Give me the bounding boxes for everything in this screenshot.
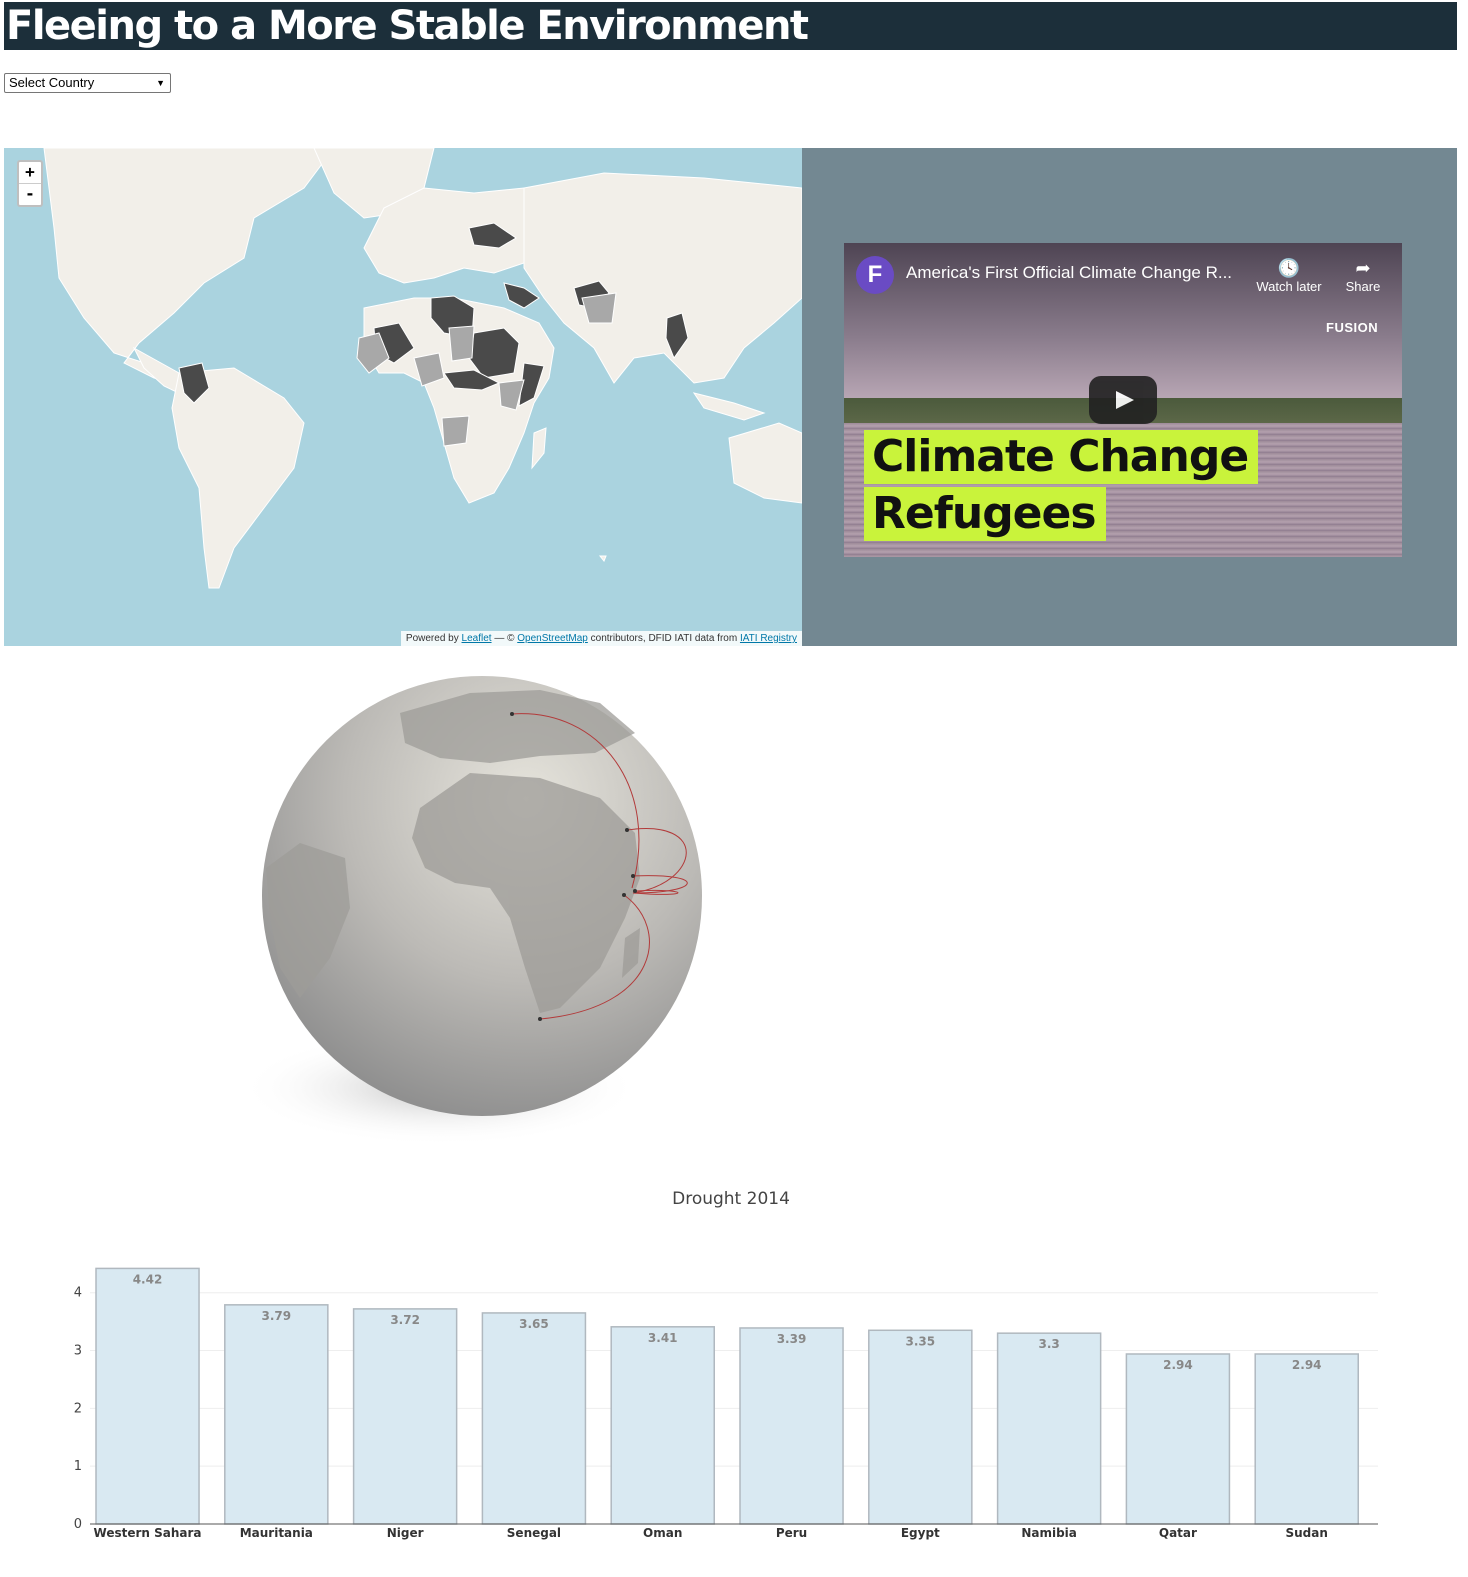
iati-link[interactable]: IATI Registry: [740, 633, 797, 644]
bar-value-label: 2.94: [1292, 1358, 1322, 1372]
bar-value-label: 3.3: [1038, 1337, 1059, 1351]
x-tick-label: Sudan: [1286, 1526, 1328, 1540]
y-tick-label: 2: [74, 1401, 82, 1416]
x-tick-label: Qatar: [1159, 1526, 1197, 1540]
map-tiles: [43, 148, 802, 589]
watch-later-label: Watch later: [1256, 279, 1322, 294]
bar-value-label: 3.35: [906, 1334, 936, 1348]
page-title: Fleeing to a More Stable Environment: [6, 3, 809, 49]
video-title[interactable]: America's First Official Climate Change …: [906, 263, 1232, 283]
bar-value-label: 3.39: [777, 1332, 807, 1346]
x-tick-label: Senegal: [507, 1526, 561, 1540]
bar: [1254, 1353, 1359, 1525]
bar-value-label: 3.65: [519, 1317, 549, 1331]
bar: [481, 1312, 587, 1525]
chart-title: Drought 2014: [672, 1189, 790, 1209]
globe-svg: [240, 676, 702, 1146]
bar-value-label: 3.79: [262, 1309, 292, 1323]
y-tick-label: 1: [74, 1459, 82, 1474]
y-tick-label: 0: [74, 1517, 82, 1532]
share-label: Share: [1345, 279, 1381, 294]
share-arrow-icon: ➦: [1355, 258, 1371, 278]
bar: [352, 1308, 458, 1525]
x-tick-label: Western Sahara: [94, 1526, 202, 1540]
bar-value-label: 3.41: [648, 1331, 678, 1345]
country-select[interactable]: Select Country ▼: [4, 73, 171, 93]
x-tick-label: Oman: [643, 1526, 682, 1540]
attribution-mid2: contributors, DFID IATI data from: [587, 633, 740, 644]
globe-visualization[interactable]: [240, 668, 720, 1148]
bar: [868, 1329, 973, 1525]
video-player[interactable]: F America's First Official Climate Chang…: [844, 243, 1402, 557]
y-tick-label: 4: [74, 1286, 82, 1301]
bar: [739, 1327, 844, 1525]
world-map[interactable]: + - Powered by Leaflet — © OpenStreetMap…: [4, 148, 802, 646]
map-attribution: Powered by Leaflet — © OpenStreetMap con…: [400, 631, 802, 646]
watch-later-button[interactable]: 🕓 Watch later: [1252, 257, 1326, 294]
bar: [996, 1332, 1102, 1525]
x-tick-label: Namibia: [1021, 1526, 1077, 1540]
chevron-down-icon: ▼: [156, 78, 165, 88]
osm-link[interactable]: OpenStreetMap: [517, 633, 588, 644]
zoom-out-button[interactable]: -: [19, 183, 41, 205]
bar: [224, 1304, 329, 1525]
bar-value-label: 3.72: [390, 1313, 420, 1327]
leaflet-link[interactable]: Leaflet: [462, 633, 492, 644]
x-tick-label: Egypt: [901, 1526, 940, 1540]
country-select-value: Select Country: [9, 75, 95, 90]
x-tick-label: Mauritania: [240, 1526, 313, 1540]
attribution-mid: — ©: [491, 633, 518, 644]
channel-logo-icon[interactable]: F: [856, 256, 894, 294]
bar: [1125, 1353, 1231, 1525]
zoom-control: + -: [17, 160, 43, 207]
x-tick-label: Niger: [387, 1526, 424, 1540]
bar-value-label: 2.94: [1163, 1358, 1193, 1372]
attribution-prefix: Powered by: [405, 633, 462, 644]
video-panel: F America's First Official Climate Chang…: [802, 148, 1457, 646]
page-header: Fleeing to a More Stable Environment: [4, 2, 1457, 50]
bar-value-label: 4.42: [133, 1272, 163, 1286]
x-tick-label: Peru: [776, 1526, 807, 1540]
thumbnail-headline-line-2: Refugees: [864, 487, 1106, 541]
thumbnail-headline-line-1: Climate Change: [864, 430, 1259, 484]
clock-icon: 🕓: [1277, 258, 1301, 278]
drought-bar-chart: Drought 2014 0 1 2 3 4 4.42 Western Sahara 3.79…: [0, 1180, 1468, 1572]
chart-svg: 0 1 2 3 4 4.42 Western Sahara 3.79 Mauritania 3.7…: [74, 1267, 1378, 1540]
y-tick-label: 3: [74, 1344, 82, 1359]
zoom-in-button[interactable]: +: [19, 162, 41, 183]
bar: [610, 1326, 715, 1525]
channel-watermark: FUSION: [1326, 320, 1379, 335]
play-button[interactable]: [1089, 376, 1157, 424]
share-button[interactable]: ➦ Share: [1338, 257, 1388, 294]
bar: [95, 1267, 200, 1525]
